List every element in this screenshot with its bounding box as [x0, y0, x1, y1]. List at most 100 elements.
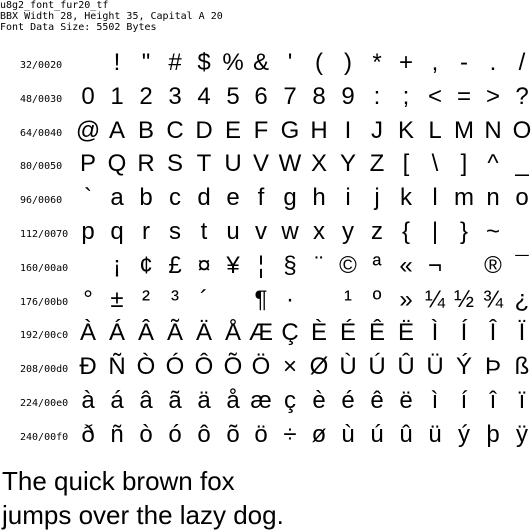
- glyph-cell: b: [139, 184, 153, 211]
- glyph-cell: Ñ: [108, 353, 126, 380]
- font-name: u8g2_font_fur20_tf: [0, 0, 109, 11]
- glyph-cell: 7: [283, 83, 297, 110]
- glyph-cell: C: [166, 117, 184, 144]
- glyph-cell: @: [75, 117, 101, 144]
- glyph-row: 32/0020 ! " # $% & ' () * +, -. /: [0, 48, 532, 81]
- row-code-label: 224/00e0: [20, 398, 69, 409]
- glyph-cell: s: [169, 218, 181, 245]
- glyph-cell: ñ: [110, 421, 124, 448]
- glyph-cell: H: [310, 117, 328, 144]
- glyph-cell: -: [460, 49, 468, 76]
- row-code-label: 240/00f0: [20, 432, 69, 443]
- glyph-cell: [: [402, 150, 410, 177]
- glyph-cell: »: [399, 286, 413, 313]
- glyph-cell: K: [397, 117, 414, 144]
- row-code-label: 96/0060: [20, 195, 63, 206]
- glyph-cell: ý: [458, 421, 470, 448]
- glyph-cell: ±: [110, 286, 124, 313]
- glyph-cell: =: [456, 83, 471, 110]
- sample-text-line-2: jumps over the lazy dog.: [2, 500, 284, 530]
- glyph-cell: ê: [370, 387, 384, 414]
- glyph-cell: Ó: [165, 353, 185, 380]
- glyph-cell: å: [226, 387, 240, 414]
- glyph-cell: ;: [402, 83, 410, 110]
- glyph-cell: 9: [341, 83, 355, 110]
- glyph-cell: d: [197, 184, 211, 211]
- glyph-cell: /: [518, 49, 526, 76]
- glyph-cell: j: [374, 184, 380, 211]
- glyph-cell: Ô: [194, 353, 214, 380]
- glyph-cell: ): [344, 49, 352, 76]
- glyph-cell: Ê: [368, 319, 385, 346]
- row-code-label: 112/0070: [20, 229, 69, 240]
- glyph-cell: e: [226, 184, 240, 211]
- glyph-cell: ¶: [254, 286, 268, 313]
- glyph-cell: }: [459, 218, 468, 245]
- glyph-row: 208/00d0 Ð Ñ Ò Ó Ô Õ Ö × Ø Ù Ú Û Ü Ý Þß: [0, 352, 532, 385]
- glyph-cell: k: [400, 184, 412, 211]
- glyph-cell: ç: [284, 387, 296, 414]
- glyph-cell: <: [427, 83, 442, 110]
- row-code-label: 80/0050: [20, 161, 63, 172]
- glyph-cell: ó: [168, 421, 182, 448]
- glyph-cell: Ë: [397, 319, 414, 346]
- glyph-cell: !: [113, 49, 121, 76]
- glyph-cell: í: [460, 387, 468, 414]
- glyph-cell: 0: [81, 83, 95, 110]
- glyph-cell: O: [512, 117, 532, 144]
- glyph-cell: Q: [107, 150, 127, 177]
- glyph-cell: À: [79, 319, 96, 346]
- glyph-cell: ': [287, 49, 293, 76]
- glyph-cell: ß: [514, 353, 530, 380]
- glyph-cell: x: [313, 218, 325, 245]
- glyph-cell: (: [315, 49, 323, 76]
- glyph-cell: $: [197, 49, 211, 76]
- glyph-row: 192/00c0 À Á Â Ã Ä Å Æ Ç È É Ê Ë Ì Í Î Ï: [0, 318, 532, 351]
- glyph-cell: ÿ: [516, 421, 528, 448]
- row-code-label: 176/00b0: [20, 297, 69, 308]
- glyph-cell: ð: [81, 421, 95, 448]
- glyph-cell: ²: [142, 286, 150, 313]
- glyph-cell: á: [110, 387, 124, 414]
- glyph-cell: ò: [139, 421, 153, 448]
- glyph-cell: ®: [484, 252, 502, 279]
- glyph-cell: Ä: [195, 319, 212, 346]
- glyph-cell: ¾: [482, 286, 503, 313]
- glyph-cell: Z: [369, 150, 385, 177]
- glyph-cell: ¯: [515, 252, 529, 279]
- glyph-cell: ": [141, 49, 151, 76]
- glyph-cell: +: [398, 49, 413, 76]
- glyph-cell: ë: [399, 387, 413, 414]
- glyph-cell: ø: [311, 421, 327, 448]
- glyph-cell: Ü: [426, 353, 444, 380]
- glyph-row: 160/00a0 ¡ ¢ £ ¤ ¥ ¦ § ¨ © ª « ¬ ® ¯: [0, 251, 532, 284]
- glyph-cell: ù: [341, 421, 355, 448]
- glyph-cell: Õ: [223, 353, 243, 380]
- glyph-row: 176/00b0 ° ± ² ³ ´ ¶ · ¹ º » ¼ ½ ¾ ¿: [0, 285, 532, 318]
- glyph-cell: º: [372, 286, 382, 313]
- glyph-cell: ½: [453, 286, 474, 313]
- glyph-cell: _: [515, 150, 529, 177]
- glyph-cell: l: [432, 184, 438, 211]
- glyph-cell: P: [79, 150, 96, 177]
- glyph-cell: 1: [110, 83, 124, 110]
- glyph-cell: \: [431, 150, 439, 177]
- glyph-cell: #: [168, 49, 182, 76]
- glyph-cell: 3: [168, 83, 182, 110]
- glyph-cell: :: [373, 83, 381, 110]
- glyph-cell: ã: [168, 387, 182, 414]
- glyph-cell: 8: [312, 83, 326, 110]
- glyph-cell: *: [372, 49, 382, 76]
- glyph-cell: {: [401, 218, 410, 245]
- glyph-cell: Ù: [339, 353, 357, 380]
- glyph-cell: ¥: [226, 252, 240, 279]
- glyph-cell: &: [252, 49, 269, 76]
- glyph-cell: ×: [282, 353, 297, 380]
- glyph-cell: `: [84, 184, 92, 211]
- glyph-cell: â: [139, 387, 153, 414]
- glyph-cell: Å: [224, 319, 241, 346]
- glyph-cell: Ð: [79, 353, 97, 380]
- glyph-cell: ü: [428, 421, 442, 448]
- glyph-cell: õ: [226, 421, 240, 448]
- glyph-cell: o: [515, 184, 529, 211]
